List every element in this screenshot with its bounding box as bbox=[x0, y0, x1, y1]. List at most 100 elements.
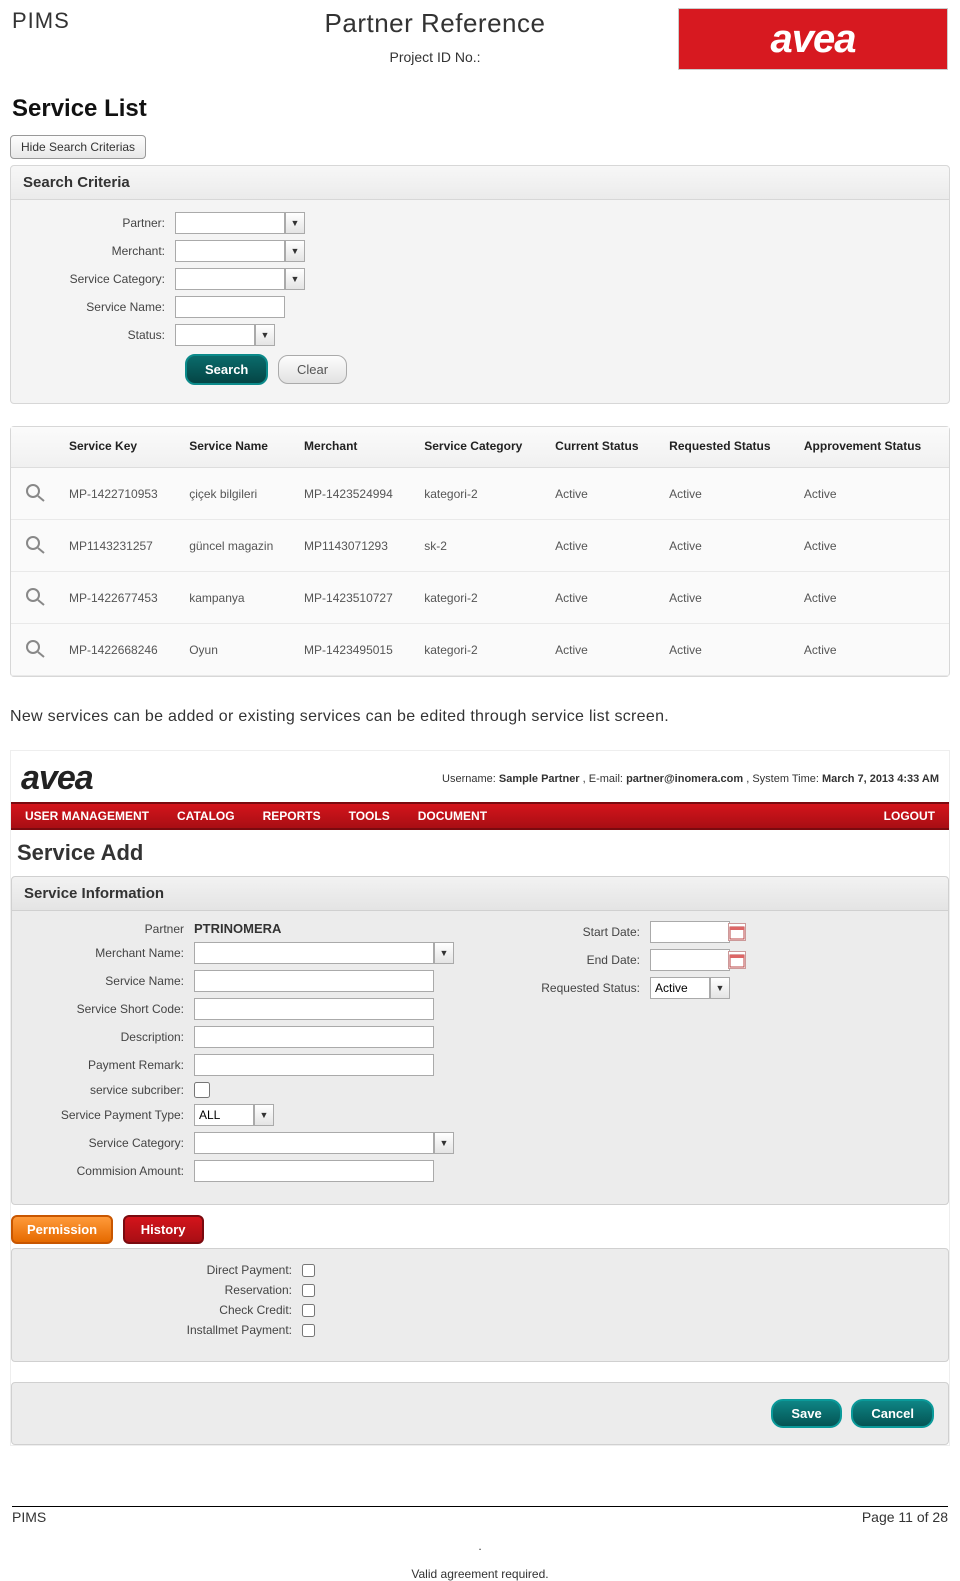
col-current-status: Current Status bbox=[547, 427, 661, 468]
magnifier-icon[interactable] bbox=[24, 482, 48, 502]
service-category-combo[interactable]: ▼ bbox=[194, 1132, 454, 1154]
history-tab-button[interactable]: History bbox=[123, 1215, 204, 1244]
cell-requested-status: Active bbox=[661, 520, 796, 572]
short-code-label: Service Short Code: bbox=[24, 1002, 194, 1016]
check-credit-label: Check Credit: bbox=[12, 1303, 302, 1317]
direct-payment-checkbox[interactable] bbox=[302, 1264, 315, 1277]
page-title: Service List bbox=[10, 89, 950, 135]
cell-category: kategori-2 bbox=[416, 624, 547, 676]
cell-merchant: MP-1423510727 bbox=[296, 572, 416, 624]
col-service-name: Service Name bbox=[181, 427, 296, 468]
hide-search-criterias-button[interactable]: Hide Search Criterias bbox=[10, 135, 146, 159]
chevron-down-icon[interactable]: ▼ bbox=[285, 212, 305, 234]
cancel-button[interactable]: Cancel bbox=[851, 1399, 934, 1428]
cell-category: kategori-2 bbox=[416, 572, 547, 624]
avea-logo-dark: avea bbox=[21, 759, 93, 798]
start-date-label: Start Date: bbox=[480, 925, 650, 939]
cell-service-name: Oyun bbox=[181, 624, 296, 676]
magnifier-icon[interactable] bbox=[24, 638, 48, 658]
service-name-input2[interactable] bbox=[194, 970, 434, 992]
cell-approvement-status: Active bbox=[796, 468, 949, 520]
cell-service-name: güncel magazin bbox=[181, 520, 296, 572]
start-date-input[interactable] bbox=[650, 921, 730, 943]
avea-logo-red: avea bbox=[678, 8, 948, 70]
calendar-icon[interactable] bbox=[728, 951, 746, 969]
magnifier-icon[interactable] bbox=[24, 586, 48, 606]
merchant-name-label: Merchant Name: bbox=[24, 946, 194, 960]
doc-header: PIMS Partner Reference Project ID No.: a… bbox=[0, 0, 960, 74]
status-combo[interactable]: ▼ bbox=[175, 324, 275, 346]
end-date-input[interactable] bbox=[650, 949, 730, 971]
footer-valid: Valid agreement required. bbox=[12, 1567, 948, 1581]
description-label: Description: bbox=[24, 1030, 194, 1044]
installment-checkbox[interactable] bbox=[302, 1324, 315, 1337]
magnifier-icon[interactable] bbox=[24, 534, 48, 554]
service-name-input[interactable] bbox=[175, 296, 285, 318]
payment-type-label: Service Payment Type: bbox=[24, 1108, 194, 1122]
cell-approvement-status: Active bbox=[796, 572, 949, 624]
status-input[interactable] bbox=[175, 324, 255, 346]
nav-user-management[interactable]: USER MANAGEMENT bbox=[11, 802, 163, 830]
cell-approvement-status: Active bbox=[796, 520, 949, 572]
chevron-down-icon[interactable]: ▼ bbox=[710, 977, 730, 999]
merchant-input[interactable] bbox=[175, 240, 285, 262]
check-credit-checkbox[interactable] bbox=[302, 1304, 315, 1317]
merchant-combo[interactable]: ▼ bbox=[175, 240, 305, 262]
partner-combo[interactable]: ▼ bbox=[175, 212, 305, 234]
col-merchant: Merchant bbox=[296, 427, 416, 468]
chevron-down-icon[interactable]: ▼ bbox=[255, 324, 275, 346]
requested-status-combo[interactable]: ▼ bbox=[650, 977, 730, 999]
service-add-title: Service Add bbox=[11, 830, 949, 876]
installment-label: Installmet Payment: bbox=[12, 1323, 302, 1337]
category-combo[interactable]: ▼ bbox=[175, 268, 305, 290]
permission-tab-button[interactable]: Permission bbox=[11, 1215, 113, 1244]
status-label: Status: bbox=[25, 328, 175, 342]
chevron-down-icon[interactable]: ▼ bbox=[254, 1104, 274, 1126]
nav-document[interactable]: DOCUMENT bbox=[404, 802, 501, 830]
short-code-input[interactable] bbox=[194, 998, 434, 1020]
calendar-icon[interactable] bbox=[728, 923, 746, 941]
chevron-down-icon[interactable]: ▼ bbox=[285, 240, 305, 262]
requested-status-label: Requested Status: bbox=[480, 981, 650, 995]
partner-input[interactable] bbox=[175, 212, 285, 234]
chevron-down-icon[interactable]: ▼ bbox=[434, 942, 454, 964]
narrative-text: New services can be added or existing se… bbox=[0, 678, 960, 746]
avea-logo-text: avea bbox=[771, 17, 856, 62]
search-criteria-panel: Search Criteria Partner: ▼ Merchant: ▼ S… bbox=[10, 165, 950, 404]
nav-catalog[interactable]: CATALOG bbox=[163, 802, 249, 830]
service-list-screenshot: Service List Hide Search Criterias Searc… bbox=[10, 89, 950, 678]
clear-button[interactable]: Clear bbox=[278, 355, 347, 384]
cell-service-name: çiçek bilgileri bbox=[181, 468, 296, 520]
doc-pims: PIMS bbox=[12, 8, 192, 34]
user-info-bar: Username: Sample Partner , E-mail: partn… bbox=[442, 773, 939, 785]
payment-type-combo[interactable]: ▼ bbox=[194, 1104, 274, 1126]
cell-service-key: MP-1422677453 bbox=[61, 572, 181, 624]
reservation-checkbox[interactable] bbox=[302, 1284, 315, 1297]
service-add-screenshot: avea Username: Sample Partner , E-mail: … bbox=[10, 750, 950, 1446]
subscriber-checkbox[interactable] bbox=[194, 1082, 210, 1098]
cell-current-status: Active bbox=[547, 468, 661, 520]
requested-status-input[interactable] bbox=[650, 977, 710, 999]
search-criteria-heading: Search Criteria bbox=[11, 166, 949, 200]
category-input[interactable] bbox=[175, 268, 285, 290]
nav-reports[interactable]: REPORTS bbox=[249, 802, 335, 830]
footer-page: Page 11 of 28 bbox=[862, 1509, 948, 1525]
payment-type-input[interactable] bbox=[194, 1104, 254, 1126]
search-button[interactable]: Search bbox=[185, 354, 268, 385]
footer-dot: . bbox=[12, 1539, 948, 1553]
cell-category: kategori-2 bbox=[416, 468, 547, 520]
payment-remark-input[interactable] bbox=[194, 1054, 434, 1076]
doc-project-id: Project ID No.: bbox=[192, 49, 678, 65]
save-button[interactable]: Save bbox=[771, 1399, 841, 1428]
commission-input[interactable] bbox=[194, 1160, 434, 1182]
nav-tools[interactable]: TOOLS bbox=[335, 802, 404, 830]
chevron-down-icon[interactable]: ▼ bbox=[434, 1132, 454, 1154]
chevron-down-icon[interactable]: ▼ bbox=[285, 268, 305, 290]
description-input[interactable] bbox=[194, 1026, 434, 1048]
payment-remark-label: Payment Remark: bbox=[24, 1058, 194, 1072]
merchant-name-combo[interactable]: ▼ bbox=[194, 942, 454, 964]
save-row: Save Cancel bbox=[11, 1382, 949, 1445]
table-row: MP-1422710953çiçek bilgileriMP-142352499… bbox=[11, 468, 949, 520]
service-category-label2: Service Category: bbox=[24, 1136, 194, 1150]
nav-logout[interactable]: LOGOUT bbox=[870, 802, 949, 830]
